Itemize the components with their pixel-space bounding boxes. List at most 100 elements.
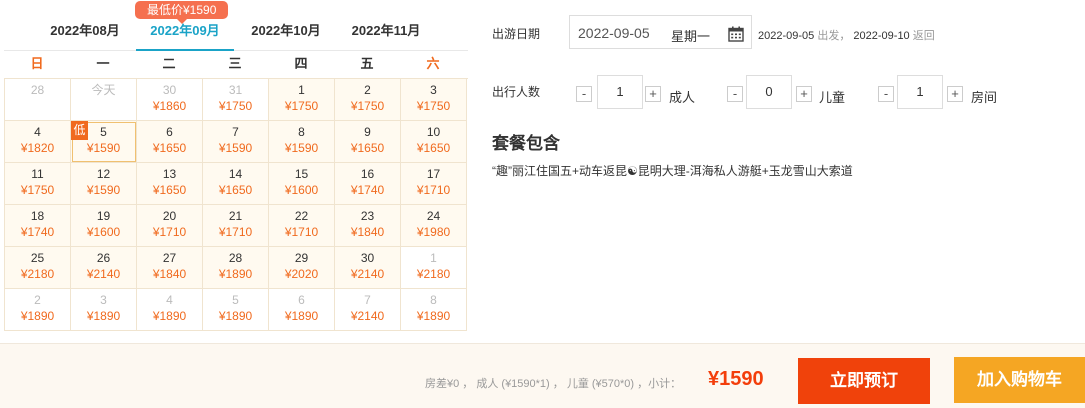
calendar-day-price: ¥1980 [416, 225, 451, 239]
book-now-button[interactable]: 立即预订 [798, 358, 930, 404]
calendar-day-cell[interactable]: 6 ¥1650 [137, 121, 203, 163]
calendar-day-cell[interactable]: 8 ¥1890 [401, 289, 467, 331]
calendar-day-number: 11 [31, 167, 44, 181]
calendar-day-cell[interactable]: 2 ¥1890 [5, 289, 71, 331]
calendar-day-cell[interactable]: 26 ¥2140 [71, 247, 137, 289]
calendar-day-cell[interactable]: 7 ¥2140 [335, 289, 401, 331]
calendar-day-cell[interactable]: 31 ¥1750 [203, 79, 269, 121]
calendar-day-price: ¥1750 [284, 99, 319, 113]
children-plus-button[interactable]: + [796, 86, 812, 102]
calendar-day-price: ¥1590 [284, 141, 319, 155]
calendar-day-number: 29 [294, 251, 309, 265]
calendar-day-price: ¥1750 [218, 99, 253, 113]
calendar-day-number: 7 [232, 125, 239, 139]
calendar-day-cell[interactable]: 6 ¥1890 [269, 289, 335, 331]
calendar-day-cell[interactable]: 14 ¥1650 [203, 163, 269, 205]
calendar-day-number: 19 [96, 209, 111, 223]
adults-input[interactable]: 1 [597, 75, 643, 109]
calendar-day-cell[interactable]: 29 ¥2020 [269, 247, 335, 289]
calendar-day-cell[interactable]: 19 ¥1600 [71, 205, 137, 247]
booking-widget: 最低价¥1590 2022年08月 2022年09月 2022年10月 2022… [0, 0, 1085, 408]
calendar-day-number: 4 [166, 293, 173, 307]
price-calendar: 最低价¥1590 2022年08月 2022年09月 2022年10月 2022… [4, 0, 468, 331]
calendar-day-price: ¥1590 [218, 141, 253, 155]
calendar-day-price: ¥2020 [284, 267, 319, 281]
return-word: 返回 [912, 30, 935, 42]
calendar-day-number: 3 [100, 293, 107, 307]
calendar-day-number: 12 [96, 167, 111, 181]
calendar-day-number: 30 [162, 83, 177, 97]
weekday-mon: 一 [96, 56, 110, 71]
calendar-day-cell[interactable]: 18 ¥1740 [5, 205, 71, 247]
travelers-label: 出行人数 [492, 85, 541, 99]
weekday-wed: 三 [228, 56, 242, 71]
calendar-day-cell[interactable]: 17 ¥1710 [401, 163, 467, 205]
calendar-day-number: 31 [228, 83, 243, 97]
calendar-day-cell[interactable]: 15 ¥1600 [269, 163, 335, 205]
lowest-price-tooltip: 最低价¥1590 [135, 1, 229, 24]
rooms-minus-button[interactable]: - [878, 86, 894, 102]
calendar-day-cell[interactable]: 23 ¥1840 [335, 205, 401, 247]
calendar-day-cell[interactable]: 4 ¥1820 [5, 121, 71, 163]
calendar-day-cell[interactable]: 11 ¥1750 [5, 163, 71, 205]
calendar-day-cell[interactable]: 30 ¥2140 [335, 247, 401, 289]
calendar-day-price: ¥2180 [416, 267, 451, 281]
calendar-day-price: ¥1710 [284, 225, 319, 239]
calendar-day-number: 22 [294, 209, 309, 223]
calendar-day-cell[interactable]: 9 ¥1650 [335, 121, 401, 163]
calendar-day-price: ¥1890 [86, 309, 121, 323]
calendar-day-number: 4 [34, 125, 41, 139]
calendar-day-cell[interactable]: 低 5 ¥1590 [71, 121, 137, 163]
calendar-day-number: 9 [364, 125, 371, 139]
calendar-day-cell[interactable]: 16 ¥1740 [335, 163, 401, 205]
calendar-day-price: ¥1890 [152, 309, 187, 323]
calendar-day-price: ¥1650 [152, 183, 187, 197]
adults-minus-button[interactable]: - [576, 86, 592, 102]
calendar-day-cell[interactable]: 1 ¥1750 [269, 79, 335, 121]
calendar-day-cell[interactable]: 1 ¥2180 [401, 247, 467, 289]
tab-month-2022-10[interactable]: 2022年10月 [237, 21, 335, 51]
children-minus-button[interactable]: - [727, 86, 743, 102]
calendar-day-cell[interactable]: 25 ¥2180 [5, 247, 71, 289]
calendar-day-price: ¥1650 [152, 141, 187, 155]
calendar-icon [728, 26, 744, 47]
calendar-day-number: 25 [30, 251, 45, 265]
calendar-day-cell[interactable]: 22 ¥1710 [269, 205, 335, 247]
calendar-day-cell[interactable]: 10 ¥1650 [401, 121, 467, 163]
calendar-day-cell[interactable]: 30 ¥1860 [137, 79, 203, 121]
weekday-fri: 五 [360, 56, 374, 71]
calendar-day-cell[interactable]: 21 ¥1710 [203, 205, 269, 247]
calendar-day-cell[interactable]: 24 ¥1980 [401, 205, 467, 247]
calendar-day-cell[interactable]: 28 ¥1890 [203, 247, 269, 289]
calendar-day-cell[interactable]: 13 ¥1650 [137, 163, 203, 205]
tab-month-2022-11[interactable]: 2022年11月 [337, 21, 435, 51]
calendar-day-price: ¥1590 [86, 183, 121, 197]
calendar-day-cell[interactable]: 7 ¥1590 [203, 121, 269, 163]
calendar-day-number: 8 [298, 125, 305, 139]
package-description: “趣”丽江住国五+动车返昆☯昆明大理-洱海私人游艇+玉龙雪山大索道 [492, 164, 853, 178]
calendar-day-number: 7 [364, 293, 371, 307]
calendar-day-cell[interactable]: 4 ¥1890 [137, 289, 203, 331]
rooms-input[interactable]: 1 [897, 75, 943, 109]
adults-plus-button[interactable]: + [645, 86, 661, 102]
travel-date-picker[interactable]: 2022-09-05 星期一 [569, 15, 752, 49]
lowest-price-badge: 低 [71, 121, 88, 140]
add-to-cart-button[interactable]: 加入购物车 [954, 357, 1085, 403]
rooms-plus-button[interactable]: + [947, 86, 963, 102]
tab-month-2022-09[interactable]: 2022年09月 [136, 21, 234, 51]
calendar-day-cell[interactable]: 8 ¥1590 [269, 121, 335, 163]
calendar-day-cell[interactable]: 2 ¥1750 [335, 79, 401, 121]
weekday-sun: 日 [30, 56, 44, 71]
calendar-day-number: 1 [298, 83, 305, 97]
calendar-day-number: 21 [228, 209, 243, 223]
calendar-day-cell[interactable]: 27 ¥1840 [137, 247, 203, 289]
calendar-day-cell[interactable]: 3 ¥1890 [71, 289, 137, 331]
calendar-day-cell[interactable]: 20 ¥1710 [137, 205, 203, 247]
children-input[interactable]: 0 [746, 75, 792, 109]
calendar-day-cell[interactable]: 5 ¥1890 [203, 289, 269, 331]
calendar-day-cell[interactable]: 12 ¥1590 [71, 163, 137, 205]
calendar-day-cell[interactable]: 3 ¥1750 [401, 79, 467, 121]
weekday-thu: 四 [294, 56, 308, 71]
tab-month-2022-08[interactable]: 2022年08月 [36, 21, 134, 51]
calendar-day-cell: 28 [5, 79, 71, 121]
